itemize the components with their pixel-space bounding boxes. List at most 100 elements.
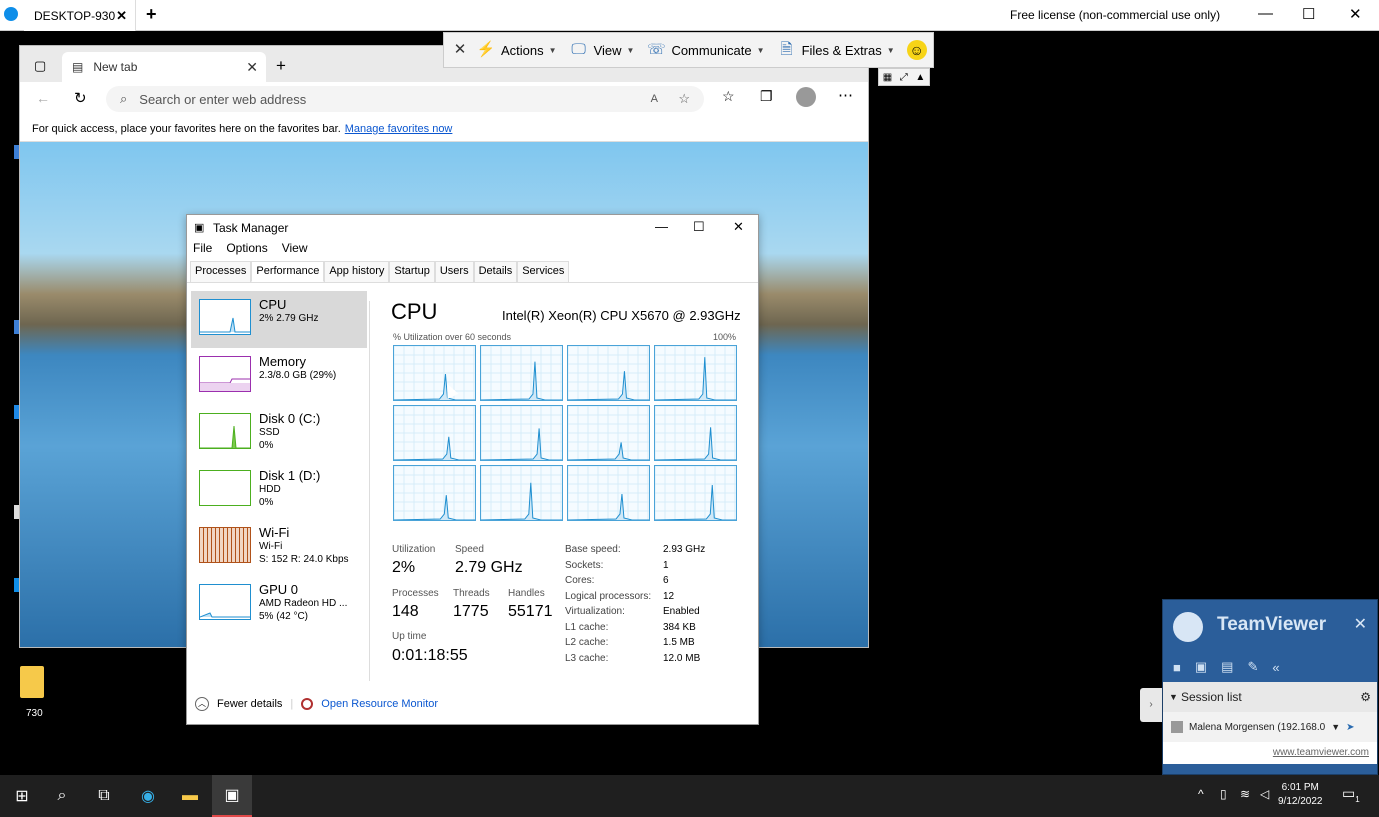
task-manager-titlebar: ▣ Task Manager — ☐ ✕ (187, 215, 758, 241)
view-menu[interactable]: 🖵 View ▼ (569, 40, 634, 60)
chevron-up-icon[interactable]: ︿ (195, 697, 209, 711)
spec-value: Enabled (663, 606, 700, 617)
battery-icon[interactable]: ▯ (1220, 787, 1227, 801)
tab-users[interactable]: Users (434, 261, 474, 282)
task-manager-taskbar-icon[interactable]: ▣ (212, 775, 252, 817)
sidebar-item-disk-0[interactable]: Disk 0 (C:) SSD 0% (191, 405, 367, 462)
edge-icon[interactable]: ◉ (128, 775, 168, 817)
notifications-icon[interactable]: ▭1 (1342, 785, 1360, 804)
close-session-icon[interactable]: ✕ (116, 8, 127, 24)
tab-actions-icon[interactable]: ▢ (34, 58, 46, 74)
speed-value: 2.79 GHz (455, 559, 523, 576)
back-icon[interactable]: ← (36, 90, 50, 106)
cpu-thumbnail (199, 299, 251, 335)
teamviewer-site-link[interactable]: www.teamviewer.com (1273, 747, 1369, 758)
uptime-value: 0:01:18:55 (392, 647, 468, 664)
add-favorite-icon[interactable]: ☆ (678, 91, 690, 107)
tab-processes[interactable]: Processes (190, 261, 252, 282)
page-icon: ▤ (72, 60, 84, 74)
chevron-down-icon: ▼ (548, 45, 557, 55)
maximize-icon[interactable]: ☐ (1302, 5, 1315, 23)
close-panel-icon[interactable]: ✕ (1354, 614, 1367, 634)
sidebar-item-memory[interactable]: Memory 2.3/8.0 GB (29%) (191, 348, 367, 405)
wifi-icon[interactable]: ≋ (1240, 787, 1250, 801)
menu-view[interactable]: View (282, 241, 308, 259)
more-options-icon[interactable]: ⋯ (838, 86, 853, 104)
video-icon[interactable]: ■ (1173, 660, 1181, 675)
close-icon[interactable]: ✕ (733, 219, 744, 235)
task-manager-icon: ▣ (194, 222, 205, 234)
pointer-icon[interactable]: ➤ (1346, 722, 1354, 733)
refresh-icon[interactable]: ↻ (74, 89, 87, 107)
teamviewer-panel-title: TeamViewer (1217, 614, 1327, 635)
communicate-menu[interactable]: ☏ Communicate ▼ (646, 40, 765, 60)
close-tab-icon[interactable]: ✕ (246, 59, 258, 76)
favorites-icon[interactable]: ☆ (722, 88, 735, 105)
sidebar-item-wifi[interactable]: Wi-Fi Wi-Fi S: 152 R: 24.0 Kbps (191, 519, 367, 576)
fullscreen-icon[interactable]: ⤢ (900, 72, 908, 83)
gear-icon[interactable]: ⚙ (1360, 690, 1371, 704)
files-icon[interactable]: ▤ (1221, 659, 1233, 675)
tab-details[interactable]: Details (473, 261, 518, 282)
chevron-down-icon: ▼ (1169, 692, 1178, 702)
new-session-button[interactable]: + (146, 4, 157, 25)
sidebar-item-gpu[interactable]: GPU 0 AMD Radeon HD ... 5% (42 °C) (191, 576, 367, 633)
spec-value: 6 (663, 575, 669, 586)
taskbar-clock[interactable]: 6:01 PM 9/12/2022 (1278, 781, 1323, 809)
maximize-icon[interactable]: ☐ (693, 219, 705, 235)
close-icon[interactable]: ✕ (1349, 5, 1362, 23)
collections-icon[interactable]: ❐ (760, 88, 773, 105)
task-manager-menu: File Options View (187, 241, 758, 259)
files-extras-menu[interactable]: 🗎 Files & Extras ▼ (777, 40, 895, 60)
grid-icon[interactable]: ▦ (883, 72, 892, 83)
menu-file[interactable]: File (193, 241, 212, 259)
profile-icon[interactable] (796, 87, 816, 107)
spec-key: Base speed: (565, 544, 621, 555)
new-tab-icon[interactable]: + (276, 56, 286, 76)
folder-label: 730 (26, 708, 43, 719)
lightning-icon: ⚡ (476, 41, 496, 58)
open-resource-monitor-link[interactable]: Open Resource Monitor (321, 698, 438, 710)
chevron-up-icon[interactable]: ^ (1198, 787, 1204, 801)
tab-services[interactable]: Services (517, 261, 570, 282)
threads-value: 1775 (453, 603, 489, 620)
manage-favorites-link[interactable]: Manage favorites now (345, 123, 453, 135)
speaker-icon[interactable]: ◁ (1260, 787, 1269, 801)
task-view-icon[interactable]: ⧉ (84, 775, 124, 817)
collapse-toolbar-icon[interactable]: ▲ (915, 72, 925, 83)
session-row[interactable]: Malena Morgensen (192.168.0 ▼ ➤ (1163, 712, 1377, 742)
smiley-icon[interactable]: ☺ (906, 40, 927, 60)
minimize-icon[interactable]: — (655, 219, 668, 234)
tab-app-history[interactable]: App history (324, 261, 390, 282)
favorites-bar: For quick access, place your favorites h… (20, 116, 868, 142)
actions-menu[interactable]: ⚡ Actions ▼ (476, 40, 557, 60)
address-bar[interactable]: ⌕ Search or enter web address A ☆ (106, 86, 704, 112)
chat-icon[interactable]: ▣ (1195, 659, 1207, 675)
sidebar-item-disk-1[interactable]: Disk 1 (D:) HDD 0% (191, 462, 367, 519)
spec-key: L2 cache: (565, 637, 609, 648)
close-connection-icon[interactable]: ✕ (450, 40, 470, 60)
chevron-down-icon[interactable]: ▼ (1331, 722, 1340, 732)
collapse-icon[interactable]: « (1272, 660, 1279, 675)
teamviewer-panel-header: TeamViewer ✕ (1163, 600, 1377, 652)
browser-tab[interactable]: ▤ New tab ✕ (62, 52, 266, 82)
spec-value: 1 (663, 559, 669, 571)
fewer-details-button[interactable]: Fewer details (217, 698, 282, 710)
minimize-icon[interactable]: — (1258, 5, 1273, 22)
menu-options[interactable]: Options (226, 241, 267, 259)
tab-performance[interactable]: Performance (251, 261, 325, 282)
file-explorer-icon[interactable]: ▬ (170, 775, 210, 817)
search-icon[interactable]: ⌕ (42, 775, 82, 817)
remote-session-tab[interactable]: DESKTOP-930 ✕ (24, 0, 136, 31)
tools-icon[interactable]: ✎ (1247, 659, 1258, 675)
panel-expand-handle[interactable]: › (1140, 688, 1162, 722)
read-aloud-icon[interactable]: A (651, 93, 658, 105)
tab-startup[interactable]: Startup (389, 261, 435, 282)
utilization-value: 2% (392, 559, 416, 576)
cpu-core-graph (393, 345, 476, 401)
folder-icon[interactable] (20, 666, 44, 698)
windows-start-icon[interactable]: ⊞ (2, 775, 42, 817)
sidebar-item-detail: AMD Radeon HD ... (259, 598, 348, 609)
sidebar-item-cpu[interactable]: CPU 2% 2.79 GHz (191, 291, 367, 348)
session-list-header[interactable]: ▼ Session list ⚙ (1163, 682, 1377, 712)
